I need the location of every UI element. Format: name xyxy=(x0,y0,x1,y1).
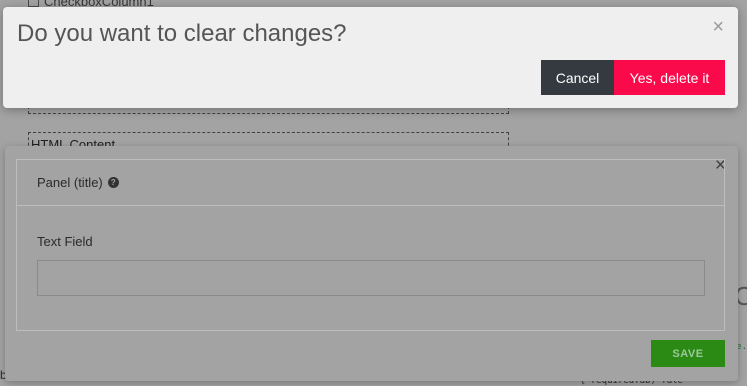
close-icon[interactable]: × xyxy=(712,17,724,37)
confirm-delete-button[interactable]: Yes, delete it xyxy=(614,60,725,95)
confirm-dialog-title: Do you want to clear changes? xyxy=(17,20,347,47)
cancel-button[interactable]: Cancel xyxy=(541,60,614,95)
confirm-dialog: Do you want to clear changes? × Cancel Y… xyxy=(3,7,738,108)
